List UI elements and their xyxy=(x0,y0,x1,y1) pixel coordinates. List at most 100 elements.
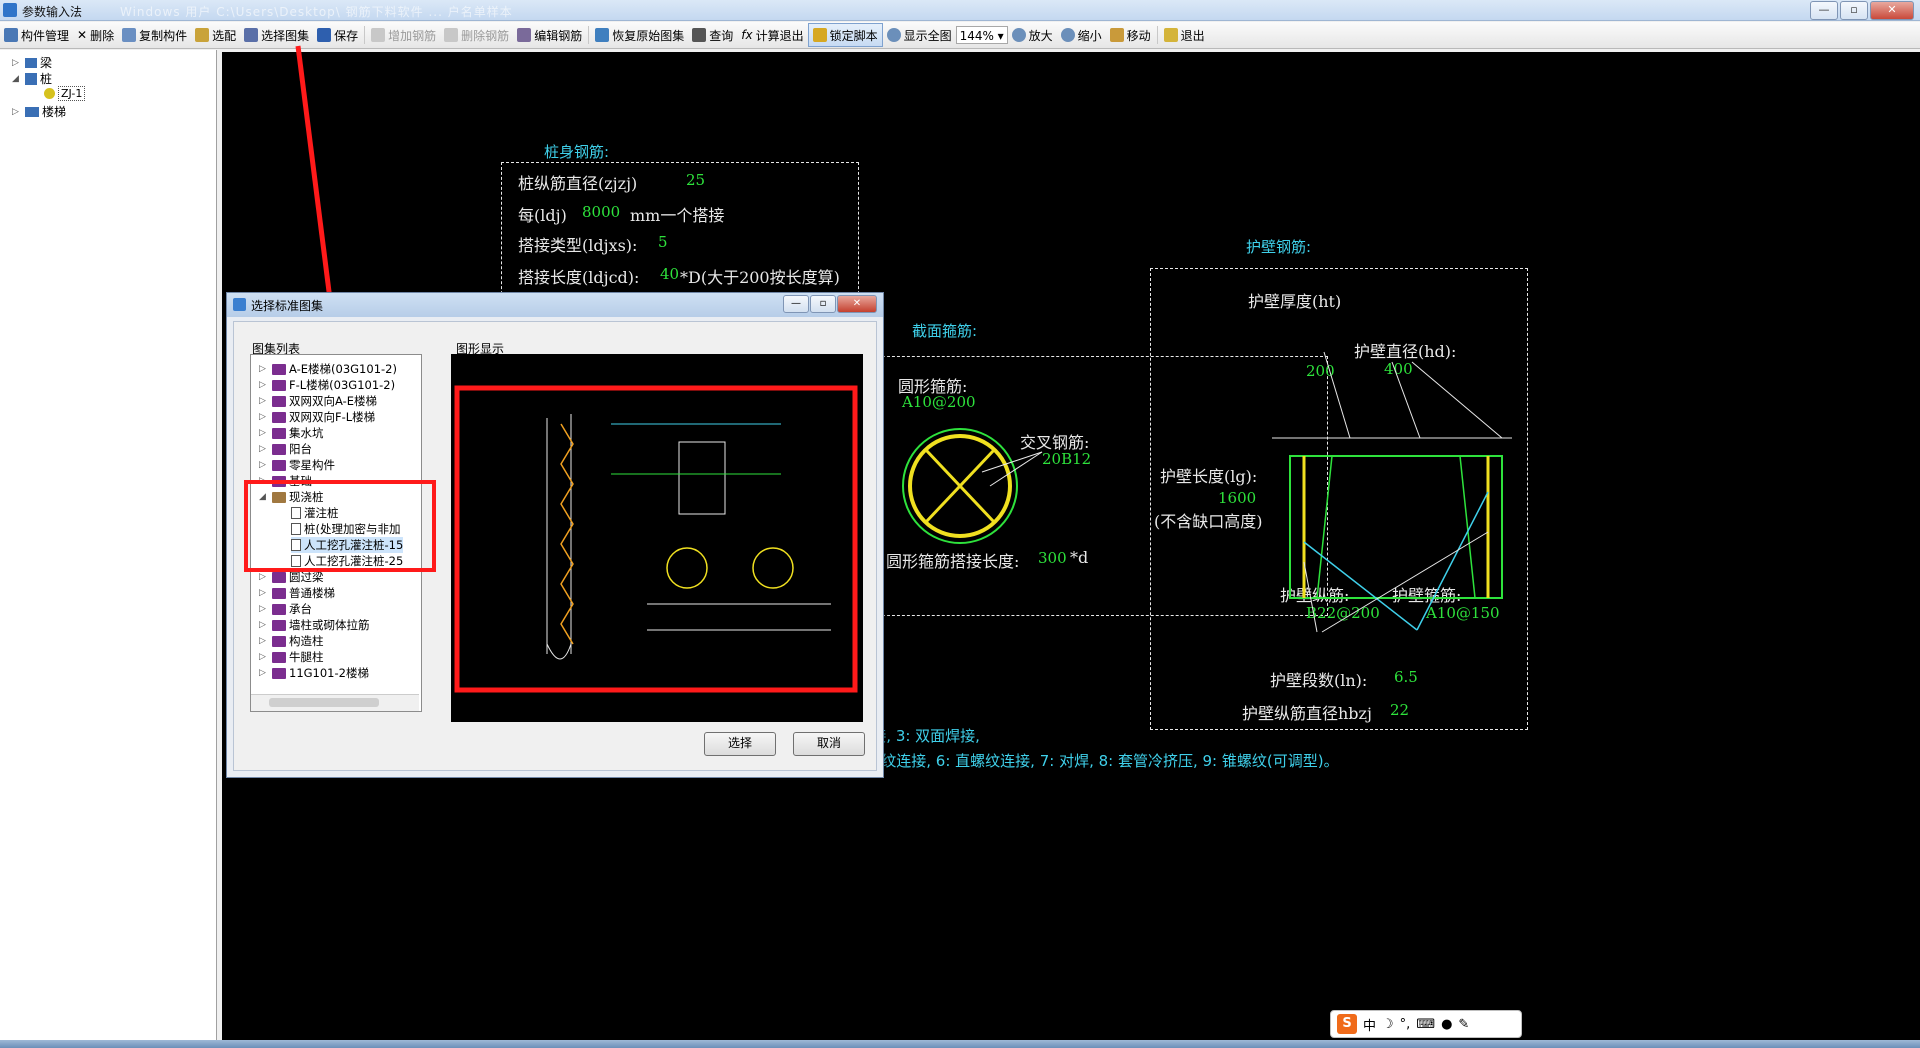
atlas-icon xyxy=(244,28,259,42)
list-item[interactable]: ▷ 双网双向F-L楼梯 xyxy=(259,409,375,425)
list-item[interactable]: ▷ 双网双向A-E楼梯 xyxy=(259,393,377,409)
zoom-out-icon xyxy=(1060,28,1075,42)
tree-item-label: 楼梯 xyxy=(42,105,67,119)
query-button[interactable]: 查询 xyxy=(688,24,737,46)
list-item[interactable]: ▷ F-L楼梯(03G101-2) xyxy=(259,377,395,393)
delete-button[interactable]: ✕ 删除 xyxy=(73,24,118,46)
atlas-preview xyxy=(451,354,863,722)
tree-item-label: 梁 xyxy=(40,56,53,70)
expand-icon: ▷ xyxy=(259,364,266,374)
list-item[interactable]: ▷ 集水坑 xyxy=(259,425,324,441)
wall-section-drawing xyxy=(1272,351,1512,633)
edit-rebar-label: 编辑钢筋 xyxy=(534,28,583,43)
keyboard-icon[interactable]: ⌨ xyxy=(1416,1017,1435,1032)
move-button[interactable]: 移动 xyxy=(1106,24,1155,46)
zoom-out-label: 缩小 xyxy=(1077,28,1102,43)
title-bar: 参数输入法 Windows 用户 C:\Users\Desktop\ 钢筋下料软… xyxy=(0,0,1920,21)
ldjxs-label: 搭接类型(ldjxs): xyxy=(518,236,638,255)
exit-label: 退出 xyxy=(1180,28,1205,43)
lock-script-button[interactable]: 锁定脚本 xyxy=(807,23,883,47)
ime-toolbar[interactable]: S 中 ☽ °, ⌨ ● ✎ xyxy=(1330,1010,1522,1038)
delete-rebar-button[interactable]: 删除钢筋 xyxy=(440,24,513,46)
dialog-title-bar: 选择标准图集 — ▫ ✕ xyxy=(227,293,883,317)
list-item[interactable]: ▷ A-E楼梯(03G101-2) xyxy=(259,361,397,377)
list-item[interactable]: ▷ 阳台 xyxy=(259,441,312,457)
list-item[interactable]: ▷ 普通楼梯 xyxy=(259,585,335,601)
zoom-out-button[interactable]: 缩小 xyxy=(1057,24,1106,46)
ldjcd-value[interactable]: 40 xyxy=(660,265,679,283)
expand-icon: ▷ xyxy=(259,668,266,678)
scroll-thumb[interactable] xyxy=(269,698,379,707)
list-item-label: A-E楼梯(03G101-2) xyxy=(289,362,397,376)
list-item[interactable]: ▷ 构造柱 xyxy=(259,633,324,649)
restore-atlas-button[interactable]: 恢复原始图集 xyxy=(591,24,688,46)
copy-component-button[interactable]: 复制构件 xyxy=(118,24,191,46)
ln-value[interactable]: 6.5 xyxy=(1394,668,1418,686)
ldj-value[interactable]: 8000 xyxy=(582,203,620,221)
list-horizontal-scrollbar[interactable] xyxy=(251,694,419,711)
list-item[interactable]: ▷ 牛腿柱 xyxy=(259,649,324,665)
maximize-button[interactable]: ▫ xyxy=(1840,1,1868,20)
ldjxs-value[interactable]: 5 xyxy=(658,233,668,251)
list-item[interactable]: ▷ 零星构件 xyxy=(259,457,335,473)
book-icon xyxy=(272,459,286,471)
delete-icon: ✕ xyxy=(77,28,88,42)
lg-value[interactable]: 1600 xyxy=(1218,489,1256,507)
list-item[interactable]: ▷ 承台 xyxy=(259,601,312,617)
zoom-in-button[interactable]: 放大 xyxy=(1008,24,1057,46)
edit-rebar-button[interactable]: 编辑钢筋 xyxy=(513,24,586,46)
book-icon xyxy=(272,587,286,599)
list-item[interactable]: ▷ 11G101-2楼梯 xyxy=(259,665,369,681)
calc-exit-button[interactable]: fx 计算退出 xyxy=(737,24,807,46)
list-item-label: 集水坑 xyxy=(289,426,324,440)
match-icon xyxy=(195,28,210,42)
zoom-select[interactable]: 144% ▾ xyxy=(955,26,1008,44)
gear-icon xyxy=(44,88,55,99)
cancel-button[interactable]: 取消 xyxy=(793,732,865,756)
ime-mode-label[interactable]: 中 xyxy=(1363,1015,1376,1034)
calc-exit-label: 计算退出 xyxy=(755,28,804,43)
expand-icon: ▷ xyxy=(259,444,266,454)
tree-item-stairs[interactable]: ▷ 楼梯 xyxy=(12,103,66,120)
component-manage-button[interactable]: 构件管理 xyxy=(0,24,73,46)
dialog-maximize-button[interactable]: ▫ xyxy=(810,295,836,313)
zjzj-label: 桩纵筋直径(zjzj) xyxy=(518,174,638,193)
dialog-close-button[interactable]: ✕ xyxy=(837,295,877,313)
select-match-button[interactable]: 选配 xyxy=(191,24,240,46)
list-item[interactable]: ▷ 墙柱或砌体拉筋 xyxy=(259,617,370,633)
circle-value[interactable]: A10@200 xyxy=(902,393,976,411)
dialog-minimize-button[interactable]: — xyxy=(783,295,809,313)
book-icon xyxy=(272,619,286,631)
zjzj-value[interactable]: 25 xyxy=(686,171,705,189)
collapse-icon: ◢ xyxy=(12,73,19,84)
delete-rebar-icon xyxy=(444,28,459,42)
toolbar-separator xyxy=(1156,26,1158,44)
minimize-button[interactable]: — xyxy=(1810,1,1838,20)
user-icon[interactable]: ● xyxy=(1441,1017,1452,1032)
punctuation-icon[interactable]: °, xyxy=(1400,1017,1411,1032)
show-all-button[interactable]: 显示全图 xyxy=(883,24,956,46)
ldj-prefix: 每(ldj) xyxy=(518,206,567,225)
close-button[interactable]: ✕ xyxy=(1870,1,1914,20)
edit-rebar-icon xyxy=(517,28,532,42)
wrench-icon[interactable]: ✎ xyxy=(1458,1017,1469,1032)
ldjcd-suffix: *D(大于200按长度算) xyxy=(680,268,840,287)
list-item-label: 11G101-2楼梯 xyxy=(289,666,369,680)
book-icon xyxy=(272,635,286,647)
tree-item-pile[interactable]: ◢ 桩 xyxy=(12,70,52,87)
tree-item-label: ZJ-1 xyxy=(58,86,86,101)
list-item-label: 普通楼梯 xyxy=(289,586,335,600)
list-item-label: 零星构件 xyxy=(289,458,335,472)
expand-icon: ▷ xyxy=(259,412,266,422)
moon-icon[interactable]: ☽ xyxy=(1382,1017,1394,1032)
zoom-in-label: 放大 xyxy=(1028,28,1053,43)
component-tree: ▷ 梁 ◢ 桩 ZJ-1 ▷ 楼梯 xyxy=(0,50,217,1040)
hbzj-value[interactable]: 22 xyxy=(1390,701,1409,719)
expand-icon: ▷ xyxy=(259,396,266,406)
tree-item-beam[interactable]: ▷ 梁 xyxy=(12,54,52,71)
tree-item-zj1[interactable]: ZJ-1 xyxy=(44,86,86,101)
exit-button[interactable]: 退出 xyxy=(1160,24,1209,46)
book-icon xyxy=(272,603,286,615)
hbzj-label: 护壁纵筋直径hbzj xyxy=(1242,704,1372,723)
select-button[interactable]: 选择 xyxy=(704,732,776,756)
